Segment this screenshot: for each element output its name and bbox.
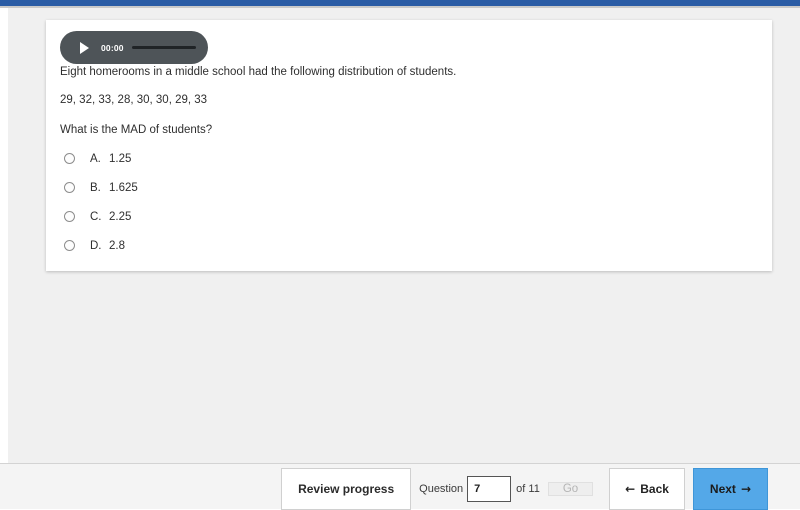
question-total-label: of 11	[516, 483, 540, 495]
radio-button-c[interactable]	[64, 211, 75, 222]
option-value-c: 2.25	[109, 210, 132, 223]
review-progress-button[interactable]: Review progress	[281, 468, 412, 510]
navigation-controls: Review progress Question of 11 Go ← Back…	[281, 468, 768, 510]
answer-option-a[interactable]: A. 1.25	[60, 144, 460, 173]
radio-button-d[interactable]	[64, 240, 75, 251]
option-value-a: 1.25	[109, 152, 132, 165]
option-value-b: 1.625	[109, 181, 138, 194]
audio-progress-bar[interactable]	[131, 46, 196, 49]
page-canvas: 00:00 Eight homerooms in a middle school…	[8, 8, 800, 463]
next-button[interactable]: Next →	[692, 468, 768, 510]
back-button-label: Back	[640, 482, 669, 496]
audio-time-display: 00:00	[101, 42, 124, 53]
radio-button-b[interactable]	[64, 182, 75, 193]
option-letter-b: B.	[90, 181, 101, 194]
go-button[interactable]: Go	[547, 482, 594, 496]
answer-option-b[interactable]: B. 1.625	[60, 173, 460, 202]
option-value-d: 2.8	[109, 239, 125, 252]
answer-option-c[interactable]: C. 2.25	[60, 202, 460, 231]
question-stem: Eight homerooms in a middle school had t…	[60, 66, 457, 78]
next-button-label: Next	[709, 482, 736, 496]
answer-option-d[interactable]: D. 2.8	[60, 231, 460, 260]
answer-options-list: A. 1.25 B. 1.625 C. 2.25 D. 2.8	[60, 144, 460, 260]
play-icon[interactable]	[76, 40, 92, 56]
option-letter-c: C.	[90, 210, 102, 223]
question-jump-group: Question of 11 Go	[411, 468, 601, 510]
audio-player[interactable]: 00:00	[60, 31, 208, 64]
question-data-values: 29, 32, 33, 28, 30, 30, 29, 33	[60, 94, 208, 106]
question-label: Question	[419, 483, 464, 495]
option-letter-d: D.	[90, 239, 102, 252]
arrow-left-icon: ←	[625, 482, 636, 496]
question-number-input[interactable]	[467, 476, 512, 502]
radio-button-a[interactable]	[64, 153, 75, 164]
app-viewport: 00:00 Eight homerooms in a middle school…	[0, 0, 800, 510]
arrow-right-icon: →	[740, 482, 751, 496]
question-prompt: What is the MAD of students?	[60, 124, 213, 136]
navigation-footer: Review progress Question of 11 Go ← Back…	[0, 463, 800, 510]
back-button[interactable]: ← Back	[609, 468, 685, 510]
question-card: 00:00 Eight homerooms in a middle school…	[46, 20, 772, 271]
option-letter-a: A.	[90, 152, 101, 165]
